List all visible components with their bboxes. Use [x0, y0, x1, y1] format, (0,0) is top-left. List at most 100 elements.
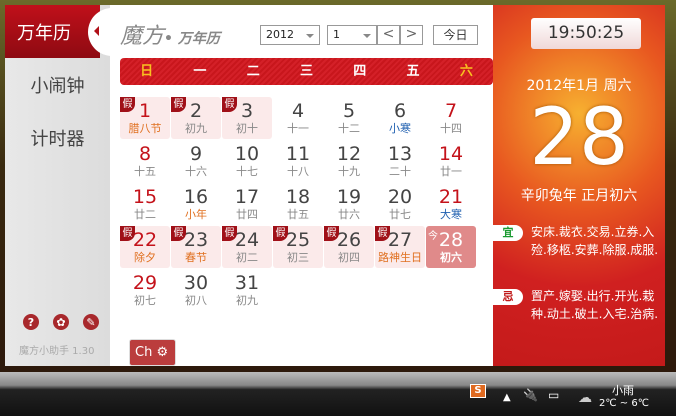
month-select[interactable]: 1: [327, 25, 377, 45]
day-cell[interactable]: 11 十八: [273, 140, 323, 182]
sidebar-item-timer[interactable]: 计时器: [5, 111, 110, 164]
lunar-day: 十四: [440, 122, 462, 135]
day-cell[interactable]: 14 廿一: [426, 140, 476, 182]
day-cell[interactable]: 7 十四: [426, 97, 476, 139]
gear-icon[interactable]: ✿: [53, 314, 69, 330]
network-icon[interactable]: ▭: [548, 388, 559, 402]
day-number: 6: [393, 100, 407, 122]
day-cell[interactable]: 31 初九: [222, 269, 272, 311]
power-icon[interactable]: 🔌: [523, 388, 538, 402]
calendar-header: 魔方• 万年历 2012 1 < > 今日: [88, 8, 493, 56]
lunar-day: 廿五: [287, 208, 309, 221]
weather-cloud-icon[interactable]: ☁: [578, 390, 592, 406]
ji-tag: 忌: [493, 289, 523, 305]
weekday: 一: [193, 64, 207, 79]
today-button[interactable]: 今日: [433, 25, 478, 45]
weather-text: 小雨: [612, 384, 634, 397]
big-day-number: 28: [529, 93, 629, 183]
lunar-day: 十二: [338, 122, 360, 135]
day-cell[interactable]: 5 十二: [324, 97, 374, 139]
day-number: 11: [285, 143, 311, 165]
day-cell[interactable]: 6 小寒: [375, 97, 425, 139]
day-cell[interactable]: 假 24 初二: [222, 226, 272, 268]
day-cell[interactable]: 17 廿四: [222, 183, 272, 225]
day-number: 10: [234, 143, 260, 165]
lunar-day: 初四: [338, 251, 360, 264]
yi-tag: 宜: [493, 225, 523, 241]
lunar-date: 辛卯兔年 正月初六: [520, 188, 638, 204]
ji-activities: 置产.嫁娶.出行.开光.栽种.动土.破土.入宅.治病.: [531, 289, 659, 321]
day-cell[interactable]: 16 小年: [171, 183, 221, 225]
sidebar-item-alarm[interactable]: 小闹钟: [5, 58, 110, 111]
lunar-day: 腊八节: [128, 122, 162, 135]
lunar-day: 初三: [287, 251, 309, 264]
day-number: 21: [438, 186, 464, 208]
day-number: 14: [438, 143, 464, 165]
day-cell[interactable]: 12 十九: [324, 140, 374, 182]
day-number: 20: [387, 186, 413, 208]
sogou-ime-icon[interactable]: S: [470, 384, 486, 398]
day-cell[interactable]: 19 廿六: [324, 183, 374, 225]
sidebar: 万年历 小闹钟 计时器 ? ✿ ✎ 魔方小助手 1.30: [5, 5, 110, 366]
year-select[interactable]: 2012: [260, 25, 320, 45]
input-method-button[interactable]: Ch ⚙: [129, 339, 176, 366]
next-month-button[interactable]: >: [400, 25, 423, 45]
temperature-range: 2℃ ~ 6℃: [599, 398, 649, 409]
day-number: 16: [183, 186, 209, 208]
lunar-day: 十五: [134, 165, 156, 178]
day-cell[interactable]: 今 28 初六: [426, 226, 476, 268]
day-cell[interactable]: 假 23 春节: [171, 226, 221, 268]
day-cell[interactable]: 假 25 初三: [273, 226, 323, 268]
lunar-day: 二十: [389, 165, 411, 178]
lunar-day: 廿七: [389, 208, 411, 221]
day-cell[interactable]: 4 十一: [273, 97, 323, 139]
day-number: 12: [336, 143, 362, 165]
lunar-day: 初十: [236, 122, 258, 135]
taskbar: S ▲ 🔌 ▭ ☁ 小雨 2℃ ~ 6℃: [0, 372, 676, 416]
prev-month-button[interactable]: <: [377, 25, 400, 45]
day-cell[interactable]: 假 26 初四: [324, 226, 374, 268]
lunar-day: 十六: [185, 165, 207, 178]
day-number: 18: [285, 186, 311, 208]
lunar-day: 路神生日: [378, 251, 422, 264]
weekday: 日: [140, 64, 154, 79]
logo: 魔方• 万年历: [120, 24, 220, 49]
day-cell[interactable]: 10 十七: [222, 140, 272, 182]
version-label: 魔方小助手 1.30: [19, 346, 95, 357]
day-cell[interactable]: 假 2 初九: [171, 97, 221, 139]
lunar-day: 小寒: [389, 122, 411, 135]
day-cell[interactable]: 15 廿二: [120, 183, 170, 225]
day-cell[interactable]: 9 十六: [171, 140, 221, 182]
lunar-day: 大寒: [440, 208, 462, 221]
lunar-day: 十九: [338, 165, 360, 178]
collapse-arrow-icon[interactable]: [94, 26, 99, 36]
lunar-day: 初六: [440, 251, 462, 264]
today-badge: 今: [428, 231, 438, 242]
tray-expand-icon[interactable]: ▲: [503, 392, 511, 403]
day-cell[interactable]: 假 22 除夕: [120, 226, 170, 268]
day-cell[interactable]: 8 十五: [120, 140, 170, 182]
day-cell[interactable]: 20 廿七: [375, 183, 425, 225]
day-cell[interactable]: 13 二十: [375, 140, 425, 182]
day-number: 13: [387, 143, 413, 165]
help-icon[interactable]: ?: [23, 314, 39, 330]
day-number: 4: [291, 100, 305, 122]
day-cell[interactable]: 假 27 路神生日: [375, 226, 425, 268]
edit-icon[interactable]: ✎: [83, 314, 99, 330]
day-cell[interactable]: 18 廿五: [273, 183, 323, 225]
weekday: 五: [406, 64, 420, 79]
lunar-day: 十一: [287, 122, 309, 135]
weekday-header: 日 一 二 三 四 五 六: [120, 58, 493, 85]
day-cell[interactable]: 21 大寒: [426, 183, 476, 225]
sidebar-item-calendar[interactable]: 万年历: [5, 5, 100, 58]
weekday: 二: [246, 64, 260, 79]
day-cell[interactable]: 29 初七: [120, 269, 170, 311]
day-cell[interactable]: 30 初八: [171, 269, 221, 311]
weekday: 四: [353, 64, 367, 79]
day-number: 30: [183, 272, 209, 294]
day-cell[interactable]: 假 3 初十: [222, 97, 272, 139]
lunar-day: 廿四: [236, 208, 258, 221]
day-number: 7: [444, 100, 458, 122]
lunar-day: 初二: [236, 251, 258, 264]
day-cell[interactable]: 假 1 腊八节: [120, 97, 170, 139]
